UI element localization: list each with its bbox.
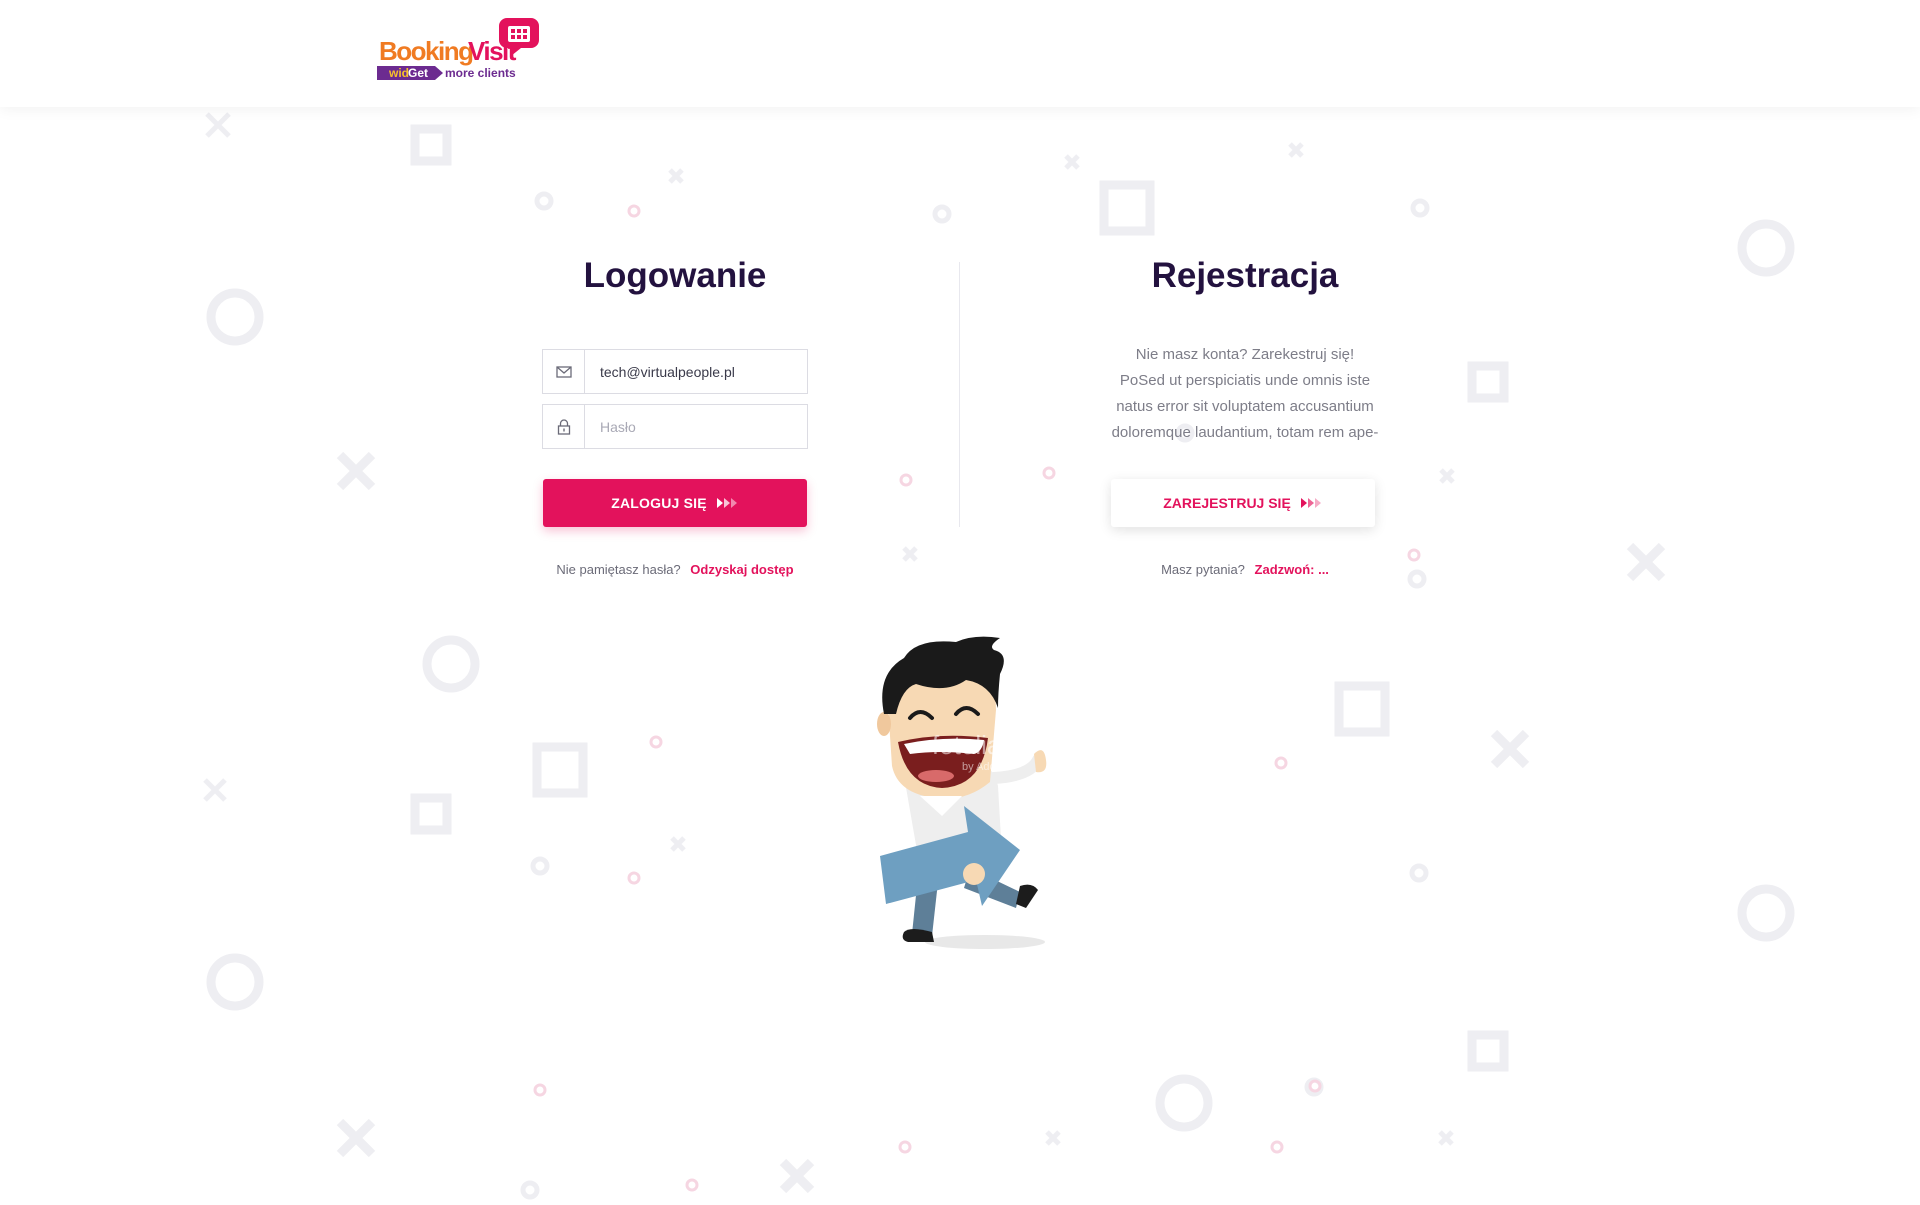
svg-text:more clients: more clients (445, 66, 516, 80)
call-link[interactable]: Zadzwoń: ... (1255, 562, 1329, 577)
svg-text:Get: Get (408, 66, 428, 80)
fast-forward-icon (1300, 498, 1323, 508)
login-button[interactable]: ZALOGUJ SIĘ (543, 479, 807, 527)
register-line: doloremque laudantium, totam rem ape- (1111, 424, 1379, 441)
register-button-label: ZAREJESTRUJ SIĘ (1163, 495, 1291, 511)
register-title: Rejestracja (1151, 256, 1339, 295)
watermark-text: fotolia (932, 730, 1002, 760)
register-section: Rejestracja Nie masz konta? Zarekestruj … (1085, 250, 1405, 577)
recover-access-link[interactable]: Odzyskaj dostęp (690, 562, 793, 577)
register-button[interactable]: ZAREJESTRUJ SIĘ (1111, 479, 1375, 527)
booking-visit-logo[interactable]: Booking Visit wid Get more clients (375, 14, 545, 86)
login-section: Logowanie tech@virtualpeople.pl Hasło ZA… (542, 250, 808, 577)
envelope-icon (543, 350, 585, 393)
email-value: tech@virtualpeople.pl (600, 363, 735, 380)
register-description: Nie masz konta? Zarekestruj się! PoSed u… (1085, 342, 1405, 446)
forgot-password-row: Nie pamiętasz hasła? Odzyskaj dostęp (542, 562, 808, 577)
fast-forward-icon (716, 498, 739, 508)
register-line: PoSed ut perspiciatis unde omnis iste (1119, 372, 1371, 389)
password-field[interactable]: Hasło (542, 404, 808, 449)
column-divider (959, 262, 960, 527)
password-placeholder: Hasło (600, 418, 636, 435)
header: Booking Visit wid Get more clients (0, 0, 1920, 107)
lock-icon (543, 405, 585, 448)
watermark-sub-text: by Adobe (962, 761, 1008, 773)
login-button-label: ZALOGUJ SIĘ (611, 495, 707, 511)
mascot-illustration: fotolia by Adobe (877, 636, 1047, 949)
contact-row: Masz pytania? Zadzwoń: ... (1085, 562, 1405, 577)
login-page: Booking Visit wid Get more clients Logow… (0, 0, 1920, 1205)
register-line: Nie masz konta? Zarekestruj się! (1135, 346, 1355, 363)
email-field[interactable]: tech@virtualpeople.pl (542, 349, 808, 394)
svg-text:Booking: Booking (379, 36, 473, 66)
svg-text:wid: wid (388, 66, 409, 80)
register-line: natus error sit voluptatem accusantium (1116, 398, 1374, 415)
login-title: Logowanie (583, 256, 767, 295)
svg-text:Visit: Visit (468, 36, 517, 66)
forgot-password-text: Nie pamiętasz hasła? (556, 562, 681, 577)
question-text: Masz pytania? (1161, 562, 1245, 577)
background-pattern (203, 112, 1795, 1200)
